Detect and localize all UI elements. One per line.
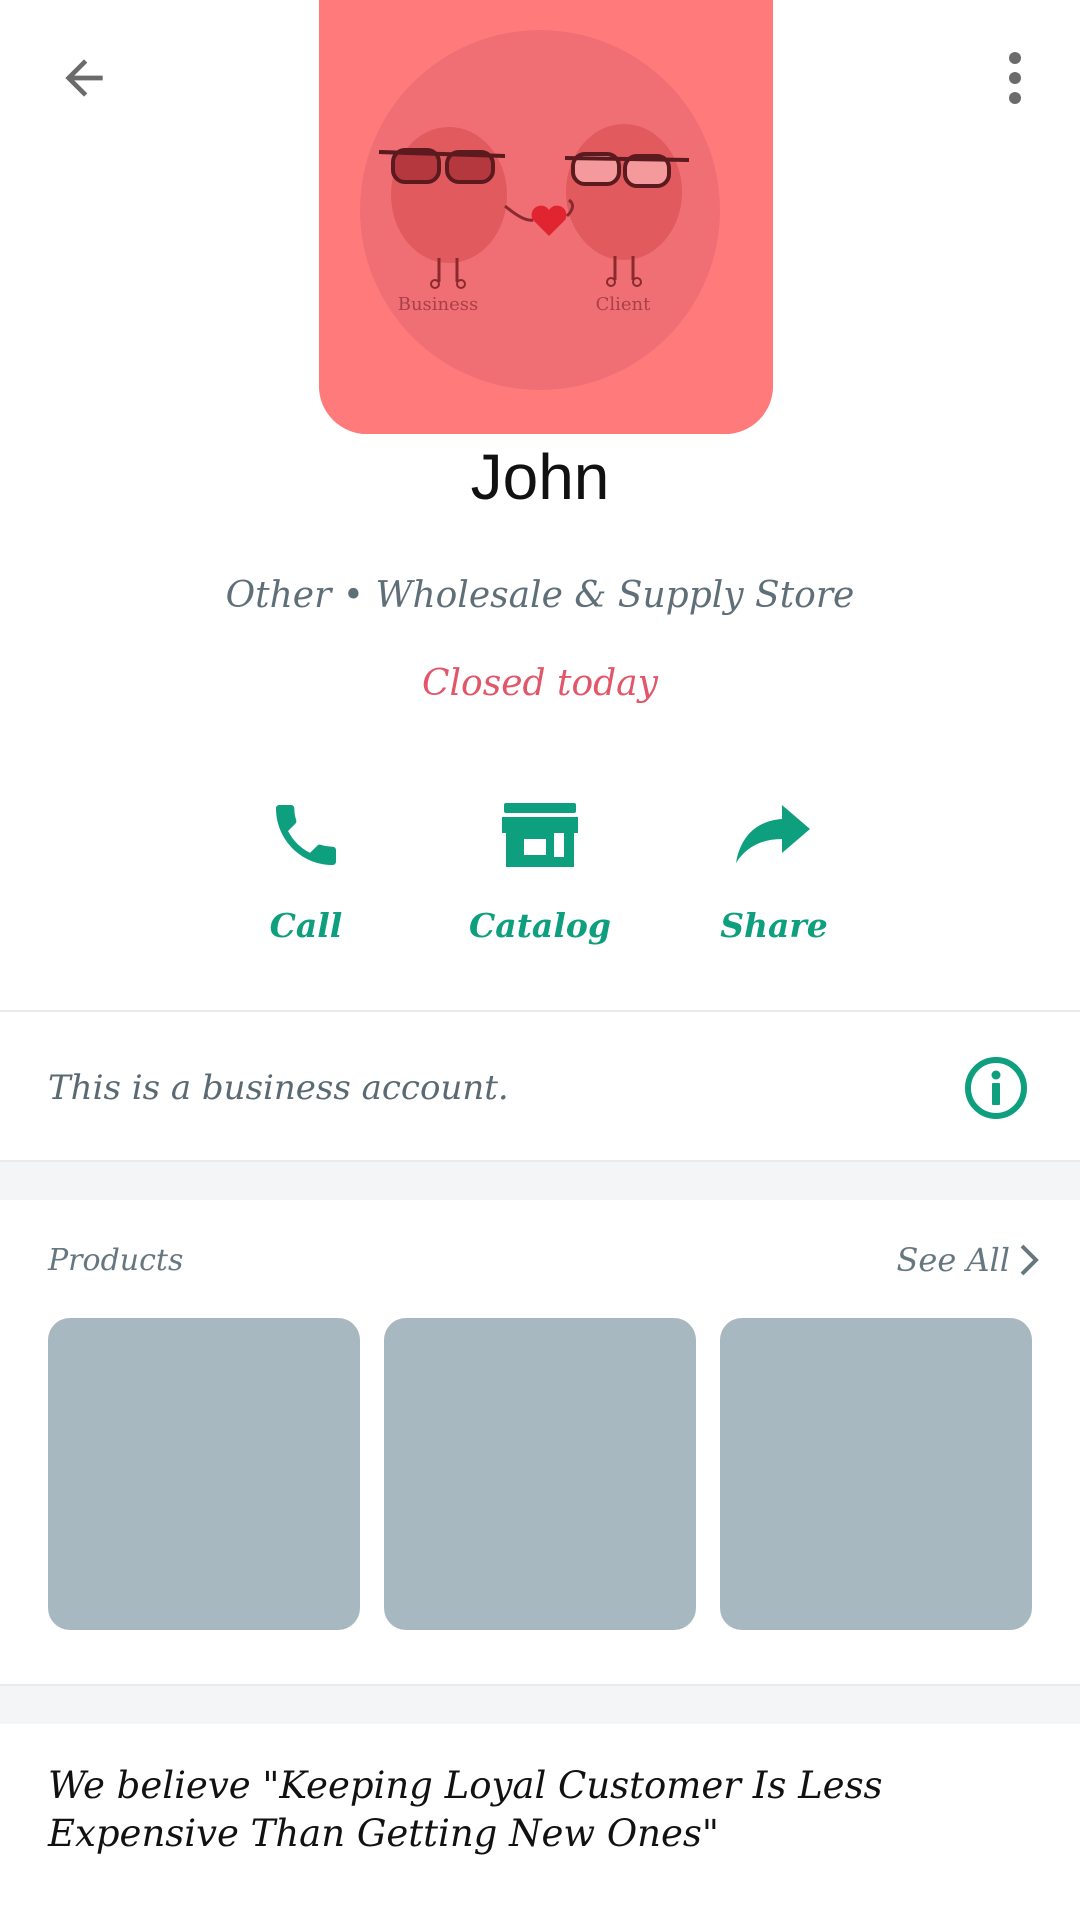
product-tile[interactable] (48, 1318, 360, 1630)
call-button[interactable]: Call (196, 790, 416, 970)
business-hours-status[interactable]: Closed today (0, 656, 1080, 712)
catalog-label: Catalog (469, 906, 611, 945)
business-description: We believe "Keeping Loyal Customer Is Le… (48, 1764, 883, 1855)
business-category: Other • Wholesale & Supply Store (225, 575, 855, 616)
section-gap (0, 1162, 1080, 1200)
see-all-label: See All (896, 1241, 1010, 1279)
share-arrow-icon (729, 790, 819, 880)
storefront-icon (495, 790, 585, 880)
info-icon (965, 1057, 1027, 1119)
call-label: Call (269, 906, 343, 945)
phone-icon (261, 790, 351, 880)
arrow-left-icon (65, 59, 103, 97)
more-vertical-icon (1009, 52, 1021, 104)
info-button[interactable] (960, 1052, 1032, 1124)
avatar-label-business: Business (398, 294, 479, 315)
share-button[interactable]: Share (664, 790, 884, 970)
profile-name: John (470, 441, 610, 513)
profile-avatar[interactable]: Business Client (319, 0, 773, 434)
chevron-right-icon (1020, 1244, 1039, 1276)
business-account-notice[interactable]: This is a business account. (48, 1058, 509, 1118)
divider (0, 1010, 1080, 1012)
see-all-link[interactable]: See All (880, 1234, 1040, 1286)
product-tile[interactable] (384, 1318, 696, 1630)
products-heading: Products (48, 1243, 184, 1278)
back-button[interactable] (40, 38, 128, 118)
more-options-button[interactable] (980, 38, 1050, 118)
catalog-button[interactable]: Catalog (430, 790, 650, 970)
section-gap (0, 1686, 1080, 1724)
product-tile[interactable] (720, 1318, 1032, 1630)
avatar-illustration: Business Client (319, 0, 773, 434)
share-label: Share (720, 906, 828, 945)
avatar-label-client: Client (596, 294, 652, 315)
